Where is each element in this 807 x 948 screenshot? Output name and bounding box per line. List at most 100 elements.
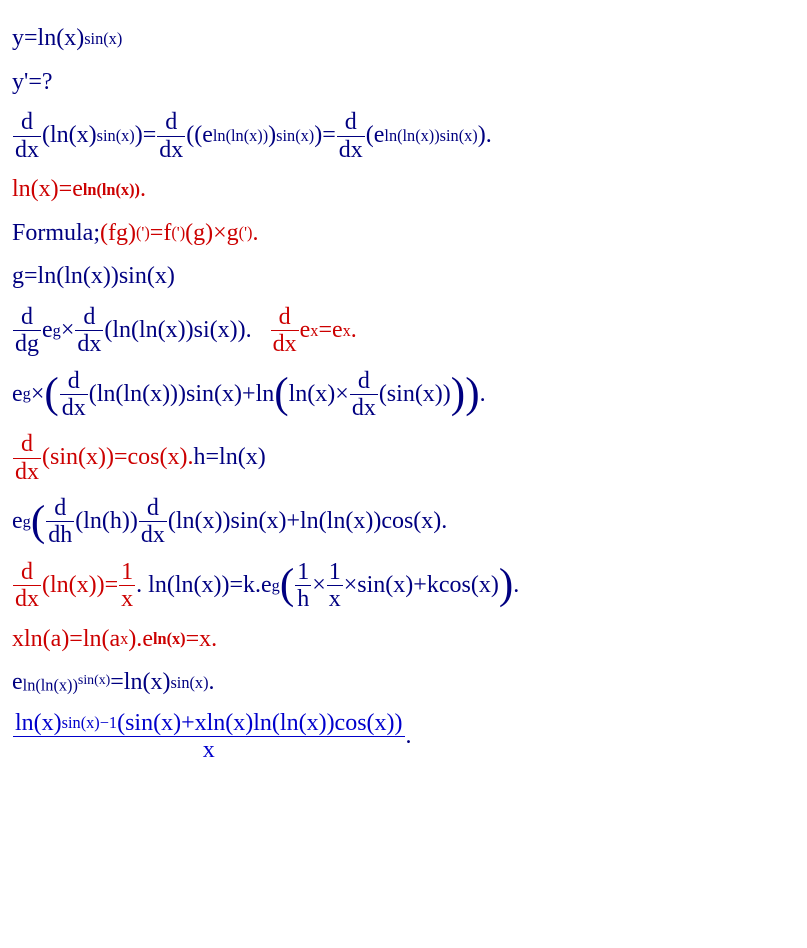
text: ). bbox=[128, 623, 142, 657]
text: . bbox=[252, 217, 258, 251]
fraction: d dx bbox=[13, 109, 41, 163]
paren-open: ( bbox=[274, 375, 288, 414]
text: (fg) bbox=[100, 217, 136, 251]
numerator: d bbox=[13, 109, 41, 136]
text: =f bbox=[150, 217, 172, 251]
equation-line: ln(x)sin(x)−1(sin(x)+xln(x)ln(ln(x))cos(… bbox=[12, 710, 795, 764]
text: e bbox=[12, 378, 23, 412]
text: ln(ln(x)) bbox=[83, 180, 140, 199]
text: (g)×g bbox=[185, 217, 239, 251]
math-text: × bbox=[312, 569, 326, 603]
numerator: ln(x)sin(x)−1(sin(x)+xln(x)ln(ln(x))cos(… bbox=[13, 710, 405, 737]
text: e bbox=[12, 666, 23, 700]
denominator: dx bbox=[139, 522, 167, 548]
denominator: dx bbox=[13, 586, 41, 612]
math-text: . ln(ln(x))=k. bbox=[136, 569, 261, 603]
fraction: d dg bbox=[13, 304, 41, 358]
denominator: x bbox=[327, 586, 343, 612]
math-text: eln(x)=x. bbox=[142, 623, 217, 657]
numerator: d bbox=[13, 304, 41, 331]
text: (e bbox=[366, 119, 385, 153]
math-text: eg× bbox=[12, 378, 44, 412]
paren-close: ) bbox=[451, 375, 465, 414]
math-text: g=ln(ln(x))sin(x) bbox=[12, 260, 175, 294]
equation-line: eg ( d dh (ln(h)) d dx (ln(x))sin(x)+ln(… bbox=[12, 495, 795, 549]
fraction: d dh bbox=[46, 495, 74, 549]
math-text: d dx (ln(x))= 1 x bbox=[12, 559, 136, 613]
numerator: 1 bbox=[295, 559, 311, 586]
text: ln(ln(x)) bbox=[23, 675, 78, 694]
text: × bbox=[31, 378, 45, 412]
denominator: x bbox=[13, 737, 405, 763]
math-text: (ln(x))sin(x)+ln(ln(x))cos(x). bbox=[168, 505, 447, 539]
fraction: d dx bbox=[157, 109, 185, 163]
math-text: ×sin(x)+kcos(x) bbox=[344, 569, 499, 603]
math-text: d dx ex=ex. bbox=[270, 304, 357, 358]
equation-line: d dg eg× d dx (ln(ln(x))si(x)). d dx ex=… bbox=[12, 304, 795, 358]
math-text: xln(a)=ln(ax). bbox=[12, 623, 142, 657]
numerator: d bbox=[13, 559, 41, 586]
math-text: d dx (sin(x))=cos(x). bbox=[12, 431, 194, 485]
math-text: (ln(h)) bbox=[75, 505, 138, 539]
denominator: dx bbox=[157, 137, 185, 163]
math-text: (ln(x)sin(x))= bbox=[42, 119, 156, 153]
text: )= bbox=[314, 119, 336, 153]
equation-line: eln(ln(x))sin(x)=ln(x)sin(x). bbox=[12, 666, 795, 700]
math-text: . bbox=[406, 720, 412, 754]
text: =x. bbox=[186, 623, 218, 657]
math-text: . bbox=[513, 569, 519, 603]
text: . bbox=[209, 666, 215, 700]
math-text: y'=? bbox=[12, 66, 53, 100]
fraction: d dx bbox=[60, 368, 88, 422]
text: e bbox=[12, 505, 23, 539]
denominator: dx bbox=[13, 137, 41, 163]
math-text: eg× bbox=[42, 314, 74, 348]
text: ) bbox=[268, 119, 276, 153]
fraction: d dx bbox=[75, 304, 103, 358]
text: × bbox=[61, 314, 75, 348]
math-text: (ln(ln(x))si(x)). bbox=[104, 314, 251, 348]
paren-open: ( bbox=[280, 566, 294, 605]
text: (ln(x))= bbox=[42, 569, 118, 603]
math-text: Formula; bbox=[12, 217, 100, 251]
numerator: d bbox=[75, 304, 103, 331]
math-text: eg bbox=[261, 569, 280, 603]
fraction: d dx bbox=[13, 559, 41, 613]
math-text: h=ln(x) bbox=[194, 441, 266, 475]
text: =e bbox=[318, 314, 342, 348]
numerator: d bbox=[139, 495, 167, 522]
equation-line: ln(x)=eln(ln(x)). bbox=[12, 173, 795, 207]
text: e bbox=[300, 314, 311, 348]
numerator: d bbox=[60, 368, 88, 395]
text: (ln(x) bbox=[42, 119, 97, 153]
text: ). bbox=[478, 119, 492, 153]
paren-close: ) bbox=[499, 566, 513, 605]
denominator: dx bbox=[13, 459, 41, 485]
numerator: d bbox=[271, 304, 299, 331]
math-text: eln(ln(x))sin(x)=ln(x)sin(x). bbox=[12, 666, 215, 700]
math-text: ln(x)× bbox=[289, 378, 349, 412]
numerator: d bbox=[46, 495, 74, 522]
paren-open: ( bbox=[31, 503, 45, 542]
math-text: (ln(ln(x)))sin(x)+ln bbox=[89, 378, 274, 412]
equation-line: d dx (sin(x))=cos(x). h=ln(x) bbox=[12, 431, 795, 485]
equation-line: y'=? bbox=[12, 66, 795, 100]
fraction: ln(x)sin(x)−1(sin(x)+xln(x)ln(ln(x))cos(… bbox=[13, 710, 405, 764]
denominator: dg bbox=[13, 331, 41, 357]
fraction: d dx bbox=[139, 495, 167, 549]
denominator: dh bbox=[46, 522, 74, 548]
text: e bbox=[261, 569, 272, 603]
fraction: d dx bbox=[350, 368, 378, 422]
text: . bbox=[351, 314, 357, 348]
math-text: (fg)(')=f(')(g)×g('). bbox=[100, 217, 258, 251]
math-text: ((eln(ln(x)))sin(x))= bbox=[186, 119, 336, 153]
equation-line: y=ln(x)sin(x) bbox=[12, 22, 795, 56]
paren-open: ( bbox=[44, 375, 58, 414]
math-text: (eln(ln(x))sin(x)). bbox=[366, 119, 492, 153]
denominator: h bbox=[295, 586, 311, 612]
math-text: . bbox=[480, 378, 486, 412]
math-text: (sin(x)) bbox=[379, 378, 451, 412]
denominator: dx bbox=[337, 137, 365, 163]
paren-close: ) bbox=[465, 375, 479, 414]
equation-line: d dx (ln(x))= 1 x . ln(ln(x))=k. eg ( 1 … bbox=[12, 559, 795, 613]
